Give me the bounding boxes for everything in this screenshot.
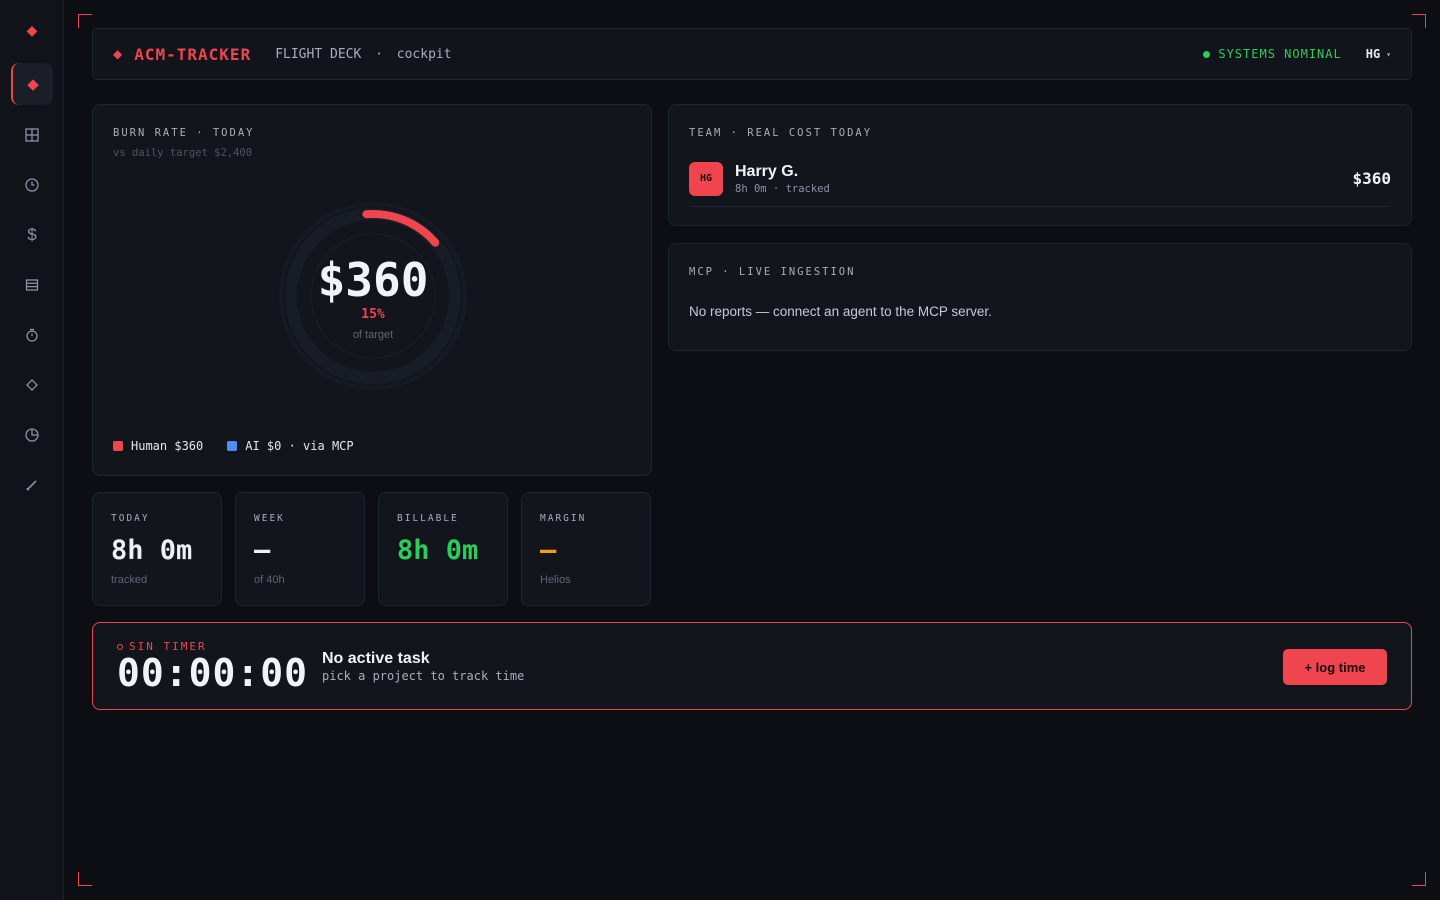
sidebar-item-cockpit[interactable]: ◆ [11, 63, 53, 105]
burn-rate-label: BURN RATE · TODAY [113, 127, 255, 139]
log-time-button[interactable]: + log time [1283, 649, 1387, 685]
member-info: Harry G. 8h 0m · tracked [735, 163, 830, 195]
stat-label: TODAY [111, 513, 150, 524]
stat-today-card: TODAY 8h 0m tracked [92, 492, 222, 606]
member-cost: $360 [1352, 169, 1391, 188]
burn-legend: Human $360 AI $0 · via MCP [113, 439, 354, 453]
diamond-icon[interactable]: ◆ [11, 9, 53, 51]
mcp-label: MCP · LIVE INGESTION [689, 266, 856, 278]
sidebar: ◆ ◆ $ [0, 0, 64, 900]
sidebar-item-edit[interactable] [11, 464, 53, 506]
team-cost-label: TEAM · REAL COST TODAY [689, 127, 873, 139]
timer-clock: 00:00:00 [117, 651, 309, 695]
stat-value: — [254, 535, 271, 566]
team-cost-card: TEAM · REAL COST TODAY HG Harry G. 8h 0m… [668, 104, 1412, 226]
stat-sub: tracked [111, 574, 148, 586]
legend-item-ai: AI $0 · via MCP [227, 439, 354, 453]
timer-ring-icon [117, 643, 123, 650]
stat-label: WEEK [254, 513, 285, 524]
burn-percent-caption: of target [352, 329, 394, 341]
member-meta: 8h 0m · tracked [735, 182, 830, 195]
sidebar-item-billing[interactable]: $ [11, 214, 53, 256]
stat-margin-card: MARGIN — Helios [521, 492, 651, 606]
stat-sub: of 40h [254, 574, 285, 586]
sidebar-item-grid[interactable] [11, 114, 53, 156]
sidebar-item-diamond[interactable] [11, 364, 53, 406]
burn-rate-card: BURN RATE · TODAY vs daily target $2,400… [92, 104, 652, 476]
sidebar-item-list[interactable] [11, 264, 53, 306]
stat-value: 8h 0m [397, 535, 479, 566]
mcp-empty-state: No reports — connect an agent to the MCP… [689, 304, 992, 319]
breadcrumb-section[interactable]: FLIGHT DECK [275, 47, 361, 62]
stat-label: BILLABLE [397, 513, 459, 524]
avatar: HG [689, 161, 723, 196]
stat-value: — [540, 535, 557, 566]
sidebar-item-timer[interactable] [11, 314, 53, 356]
team-member-row[interactable]: HG Harry G. 8h 0m · tracked $360 [689, 161, 1391, 207]
corner-mark [1412, 872, 1426, 886]
grid-icon [25, 128, 39, 142]
mcp-ingestion-card: MCP · LIVE INGESTION No reports — connec… [668, 243, 1412, 351]
task-title: No active task [322, 650, 430, 667]
corner-mark [78, 14, 92, 28]
legend-label: AI $0 · via MCP [245, 439, 354, 453]
chevron-down-icon: ▾ [1386, 49, 1391, 59]
pencil-icon [26, 480, 37, 491]
status-text: SYSTEMS NOMINAL [1218, 47, 1342, 61]
burn-rate-target: vs daily target $2,400 [113, 147, 253, 159]
timer-icon [26, 328, 38, 342]
legend-swatch [227, 441, 238, 451]
task-subtitle: pick a project to track time [322, 669, 525, 683]
legend-item-human: Human $360 [113, 439, 203, 453]
stat-billable-card: BILLABLE 8h 0m [378, 492, 508, 606]
brand-diamond-icon: ◆ [113, 47, 123, 61]
stat-value: 8h 0m [111, 535, 193, 566]
legend-label: Human $360 [131, 439, 204, 453]
diamond-outline-icon [26, 379, 38, 391]
clock-icon [25, 178, 39, 192]
burn-value: $360 [317, 253, 429, 307]
user-initials: HG [1365, 47, 1381, 61]
list-icon [25, 279, 39, 291]
sidebar-item-reports[interactable] [11, 414, 53, 456]
sin-timer-bar: SIN TIMER 00:00:00 No active task pick a… [92, 622, 1412, 710]
stat-week-card: WEEK — of 40h [235, 492, 365, 606]
cockpit-icon: ◆ [27, 76, 39, 93]
stat-sub: Helios [540, 574, 571, 586]
breadcrumb: FLIGHT DECK · cockpit [275, 47, 451, 62]
dollar-icon: $ [27, 225, 37, 244]
breadcrumb-page: cockpit [396, 46, 452, 62]
user-menu[interactable]: HG ▾ [1366, 47, 1391, 61]
corner-mark [78, 872, 92, 886]
status-dot-icon [1203, 50, 1211, 58]
pie-chart-icon [25, 428, 39, 442]
legend-swatch [113, 441, 123, 451]
corner-mark [1412, 14, 1426, 28]
burn-percent: 15% [361, 307, 385, 322]
member-name: Harry G. [735, 162, 799, 180]
system-status: SYSTEMS NOMINAL [1203, 47, 1341, 61]
stat-label: MARGIN [540, 513, 587, 524]
top-bar: ◆ ACM-TRACKER FLIGHT DECK · cockpit SYST… [92, 28, 1412, 80]
breadcrumb-separator: · [375, 46, 383, 62]
sidebar-item-clock[interactable] [11, 164, 53, 206]
app-title[interactable]: ACM-TRACKER [134, 45, 251, 64]
